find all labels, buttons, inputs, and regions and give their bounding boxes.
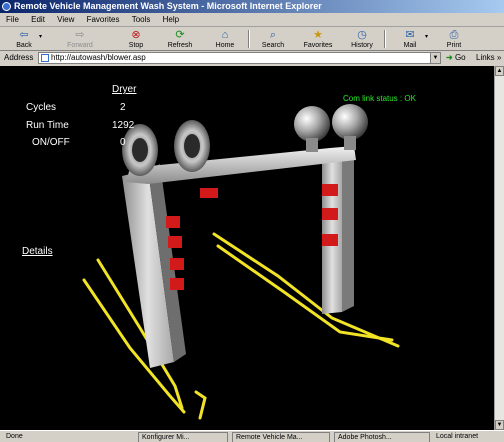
toolbar-separator [384,30,386,48]
nozzle [170,278,184,290]
nozzle [322,234,338,246]
nozzle [200,188,218,198]
toolbar-separator [248,30,250,48]
taskbar-item[interactable]: Adobe Photosh... [334,432,430,442]
window-title-bar: Remote Vehicle Management Wash System - … [0,0,504,13]
favorites-button[interactable]: ★ Favorites [300,29,336,49]
left-rail-end [194,390,207,420]
stop-icon: ⊗ [131,29,141,41]
address-bar: Address http://autowash/blower.asp ▼ ➜ G… [0,51,504,65]
page-content: Dryer Cycles 2 Run Time 1292 ON/OFF 0 Co… [0,66,494,430]
favorites-icon: ★ [313,29,323,41]
back-dropdown-icon[interactable]: ▾ [39,33,42,40]
search-button[interactable]: ⌕ Search [255,29,291,49]
status-bar: Done Konfigurer Mi... Remote Vehicle Ma.… [0,430,504,442]
menu-bar: File Edit View Favorites Tools Help [0,13,504,27]
menu-help[interactable]: Help [163,15,179,24]
nozzle [166,216,180,228]
address-url: http://autowash/blower.asp [51,53,146,62]
com-link-status: Com link status : OK [343,94,416,103]
search-icon: ⌕ [269,29,277,41]
right-pillar-side [342,152,354,312]
menu-view[interactable]: View [57,15,74,24]
right-rail-outer [212,232,400,348]
blower-sphere-2 [332,104,368,140]
page-icon [41,54,49,62]
history-icon: ◷ [357,29,367,41]
home-icon: ⌂ [221,29,229,41]
back-button[interactable]: ⇦ Back ▾ [6,29,42,49]
blower-sphere-2-mount [344,136,356,150]
security-zone: Local intranet [436,433,479,440]
menu-tools[interactable]: Tools [132,15,151,24]
blower-fan-2-hub [184,134,200,158]
car-wash-dryer-scene [82,104,400,420]
blower-sphere-1-mount [306,138,318,152]
dryer-nozzles [166,184,338,290]
window-title: Remote Vehicle Management Wash System - … [14,1,322,11]
mail-button[interactable]: ✉ Mail ▾ [392,29,428,49]
refresh-button[interactable]: ⟳ Refresh [162,29,198,49]
ie-logo-icon [2,2,11,11]
home-button[interactable]: ⌂ Home [207,29,243,49]
refresh-icon: ⟳ [175,29,185,41]
cycles-value: 2 [120,102,126,113]
print-button[interactable]: ⎙ Print [436,29,472,49]
status-done: Done [6,433,23,440]
links-button[interactable]: Links » [476,53,501,62]
nozzle [168,236,182,248]
blower-fan-1-hub [132,138,148,162]
top-beam [126,146,356,184]
scroll-up-icon[interactable]: ▲ [495,66,504,76]
nozzle [322,208,338,220]
taskbar-item[interactable]: Remote Vehicle Ma... [232,432,330,442]
right-rail-inner [216,244,394,342]
menu-favorites[interactable]: Favorites [87,15,120,24]
history-button[interactable]: ◷ History [344,29,380,49]
nozzle [170,258,184,270]
cycles-label: Cycles [26,102,57,113]
run-time-value: 1292 [112,120,135,131]
go-button[interactable]: ➜ Go [446,53,466,62]
print-icon: ⎙ [449,29,459,41]
details-link[interactable]: Details [22,246,53,257]
nozzle [322,184,338,196]
taskbar-item[interactable]: Konfigurer Mi... [138,432,228,442]
run-time-label: Run Time [26,120,69,131]
menu-edit[interactable]: Edit [31,15,45,24]
address-input[interactable]: http://autowash/blower.asp [38,52,440,64]
forward-button[interactable]: ⇨ Forward [62,29,98,49]
on-off-value: 0 [120,137,126,148]
address-label: Address [4,53,34,62]
back-arrow-icon: ⇦ [19,29,29,41]
dryer-title: Dryer [112,84,137,95]
vertical-scrollbar[interactable]: ▲ ▼ [494,66,504,430]
toolbar: ⇦ Back ▾ ⇨ Forward ⊗ Stop ⟳ Refresh ⌂ Ho… [0,27,504,51]
scroll-down-icon[interactable]: ▼ [495,420,504,430]
stop-button[interactable]: ⊗ Stop [118,29,154,49]
mail-icon: ✉ [405,29,415,41]
address-dropdown-icon[interactable]: ▼ [430,52,441,64]
go-arrow-icon: ➜ [446,53,453,62]
forward-arrow-icon: ⇨ [75,29,85,41]
on-off-label: ON/OFF [32,137,70,148]
blower-sphere-1 [294,106,330,142]
mail-dropdown-icon[interactable]: ▾ [425,33,428,40]
menu-file[interactable]: File [6,15,19,24]
right-blower-spheres [294,104,368,152]
